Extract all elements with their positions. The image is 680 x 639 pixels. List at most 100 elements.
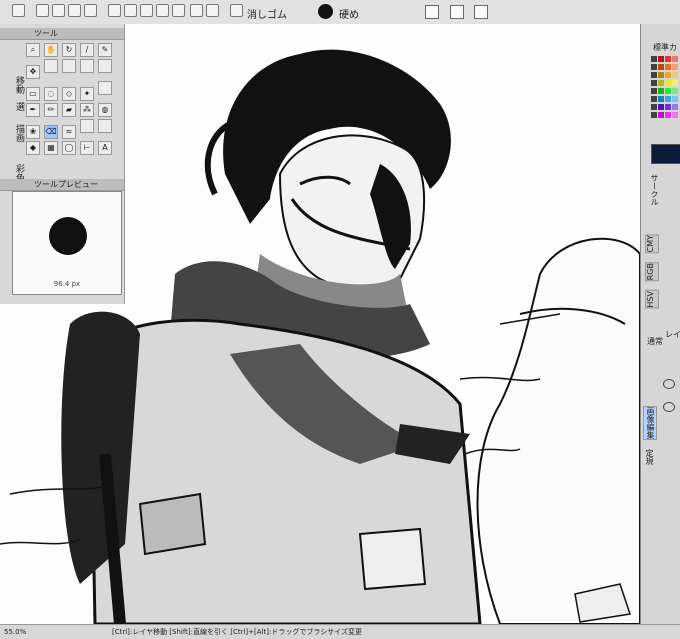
- toolbar-square-icon[interactable]: [425, 5, 439, 19]
- marker-icon[interactable]: ▰: [62, 103, 76, 117]
- transform-icon[interactable]: [190, 4, 203, 17]
- empty-slot-icon: [80, 119, 94, 133]
- palette-swatch[interactable]: [672, 72, 678, 78]
- current-color-box[interactable]: [651, 144, 680, 164]
- color-layer-panel: 標準カ サークル CMY RGB HSV レイ 通常 画像編集 定規: [640, 24, 680, 624]
- undo-icon[interactable]: [108, 4, 121, 17]
- rotate-icon[interactable]: ↻: [62, 43, 76, 57]
- palette-swatch[interactable]: [658, 96, 664, 102]
- redo-icon[interactable]: [124, 4, 137, 17]
- airbrush-icon[interactable]: ⁂: [80, 103, 94, 117]
- select-icon[interactable]: [206, 4, 219, 17]
- empty-slot-icon: [80, 59, 94, 73]
- palette-swatch[interactable]: [658, 56, 664, 62]
- magic-wand-icon[interactable]: ✦: [80, 87, 94, 101]
- palette-swatch[interactable]: [672, 88, 678, 94]
- toolbar-square-icon[interactable]: [450, 5, 464, 19]
- palette-swatch[interactable]: [665, 112, 671, 118]
- open-file-icon[interactable]: [52, 4, 65, 17]
- copy-icon[interactable]: [156, 4, 169, 17]
- pencil-icon[interactable]: ✏: [44, 103, 58, 117]
- layer-panel-title: レイ: [665, 330, 680, 339]
- status-hint: [Ctrl]:レイヤ移動 [Shift]:直線を引く [Ctrl]+[Alt]:…: [112, 628, 362, 636]
- magnifier-icon[interactable]: ⌕: [26, 43, 40, 57]
- rect-select-icon[interactable]: ▭: [26, 87, 40, 101]
- ruler-icon[interactable]: ⊢: [80, 141, 94, 155]
- zoom-level[interactable]: 55.0%: [4, 625, 26, 639]
- palette-swatch[interactable]: [658, 80, 664, 86]
- polygon-select-icon[interactable]: ◇: [62, 87, 76, 101]
- palette-swatch[interactable]: [658, 112, 664, 118]
- paste-icon[interactable]: [172, 4, 185, 17]
- palette-swatch[interactable]: [651, 104, 657, 110]
- tool-panel: ツール 移動 選 描画 彩色 ⌕ ✋ ↻ / ✎ ✥ ▭ ◌ ◇ ✦ ✒ ✏ ▰ ⁂ ◍ ❀ ⌫ ≈ ◆ ▦…: [0, 24, 125, 304]
- palette-swatch[interactable]: [665, 80, 671, 86]
- hand-icon[interactable]: ✋: [44, 43, 58, 57]
- ruler-tab[interactable]: 定規: [643, 449, 655, 465]
- standard-color-title: 標準カ: [653, 43, 677, 52]
- palette-swatch[interactable]: [665, 56, 671, 62]
- palette-swatch[interactable]: [672, 56, 678, 62]
- eyedropper-icon[interactable]: /: [80, 43, 94, 57]
- color-mode-tab-rgb[interactable]: RGB: [645, 262, 659, 282]
- palette-swatch[interactable]: [672, 112, 678, 118]
- eye-icon[interactable]: [663, 402, 675, 412]
- watercolor-icon[interactable]: ◍: [98, 103, 112, 117]
- brush-size-value: 96.4 px: [53, 280, 81, 288]
- palette-swatch[interactable]: [651, 80, 657, 86]
- gear-icon[interactable]: [12, 4, 25, 17]
- lasso-icon[interactable]: ◌: [44, 87, 58, 101]
- save-icon[interactable]: [68, 4, 81, 17]
- palette-swatch[interactable]: [672, 96, 678, 102]
- palette-swatch[interactable]: [651, 64, 657, 70]
- blend-icon[interactable]: ≈: [62, 125, 76, 139]
- palette-swatch[interactable]: [651, 56, 657, 62]
- palette-swatch[interactable]: [665, 88, 671, 94]
- current-color-swatch[interactable]: [318, 4, 333, 19]
- cut-icon[interactable]: [140, 4, 153, 17]
- eraser-tool-label[interactable]: 消しゴム: [247, 6, 287, 21]
- tool-panel-title: ツール: [0, 28, 124, 40]
- gradient-icon[interactable]: ▦: [44, 141, 58, 155]
- color-palette[interactable]: [651, 56, 680, 126]
- empty-slot-icon: [62, 59, 76, 73]
- palette-swatch[interactable]: [665, 104, 671, 110]
- palette-swatch[interactable]: [658, 72, 664, 78]
- fill-icon[interactable]: ◆: [26, 141, 40, 155]
- new-file-icon[interactable]: [36, 4, 49, 17]
- eraser-icon[interactable]: ⌫: [44, 125, 58, 139]
- color-mode-tab-hsv[interactable]: HSV: [645, 290, 659, 309]
- palette-swatch[interactable]: [651, 88, 657, 94]
- palette-swatch[interactable]: [665, 64, 671, 70]
- toolbar-square-icon[interactable]: [474, 5, 488, 19]
- text-icon[interactable]: A: [98, 141, 112, 155]
- palette-swatch[interactable]: [672, 104, 678, 110]
- hardness-label[interactable]: 硬め: [339, 6, 359, 21]
- blend-mode-select[interactable]: 通常: [647, 336, 663, 347]
- palette-swatch[interactable]: [658, 88, 664, 94]
- palette-swatch[interactable]: [658, 104, 664, 110]
- image-edit-tab[interactable]: 画像編集: [643, 406, 657, 440]
- pen-icon[interactable]: ✒: [26, 103, 40, 117]
- print-icon[interactable]: [84, 4, 97, 17]
- palette-swatch[interactable]: [672, 64, 678, 70]
- move-icon[interactable]: ✥: [26, 65, 40, 79]
- color-circle-title: サークル: [650, 174, 659, 206]
- empty-slot-icon: [98, 81, 112, 95]
- palette-swatch[interactable]: [658, 64, 664, 70]
- palette-swatch[interactable]: [651, 96, 657, 102]
- empty-slot-icon: [44, 59, 58, 73]
- figure-icon[interactable]: ◯: [62, 141, 76, 155]
- palette-swatch[interactable]: [651, 112, 657, 118]
- eraser-icon[interactable]: [230, 4, 243, 17]
- palette-swatch[interactable]: [665, 96, 671, 102]
- palette-swatch[interactable]: [665, 72, 671, 78]
- empty-slot-icon: [98, 59, 112, 73]
- palette-swatch[interactable]: [651, 72, 657, 78]
- eye-icon[interactable]: [663, 379, 675, 389]
- palette-swatch[interactable]: [672, 80, 678, 86]
- brush-icon[interactable]: ✎: [98, 43, 112, 57]
- color-mode-tab-cmy[interactable]: CMY: [645, 234, 659, 254]
- status-bar: 55.0% [Ctrl]:レイヤ移動 [Shift]:直線を引く [Ctrl]+…: [0, 624, 680, 639]
- decoration-icon[interactable]: ❀: [26, 125, 40, 139]
